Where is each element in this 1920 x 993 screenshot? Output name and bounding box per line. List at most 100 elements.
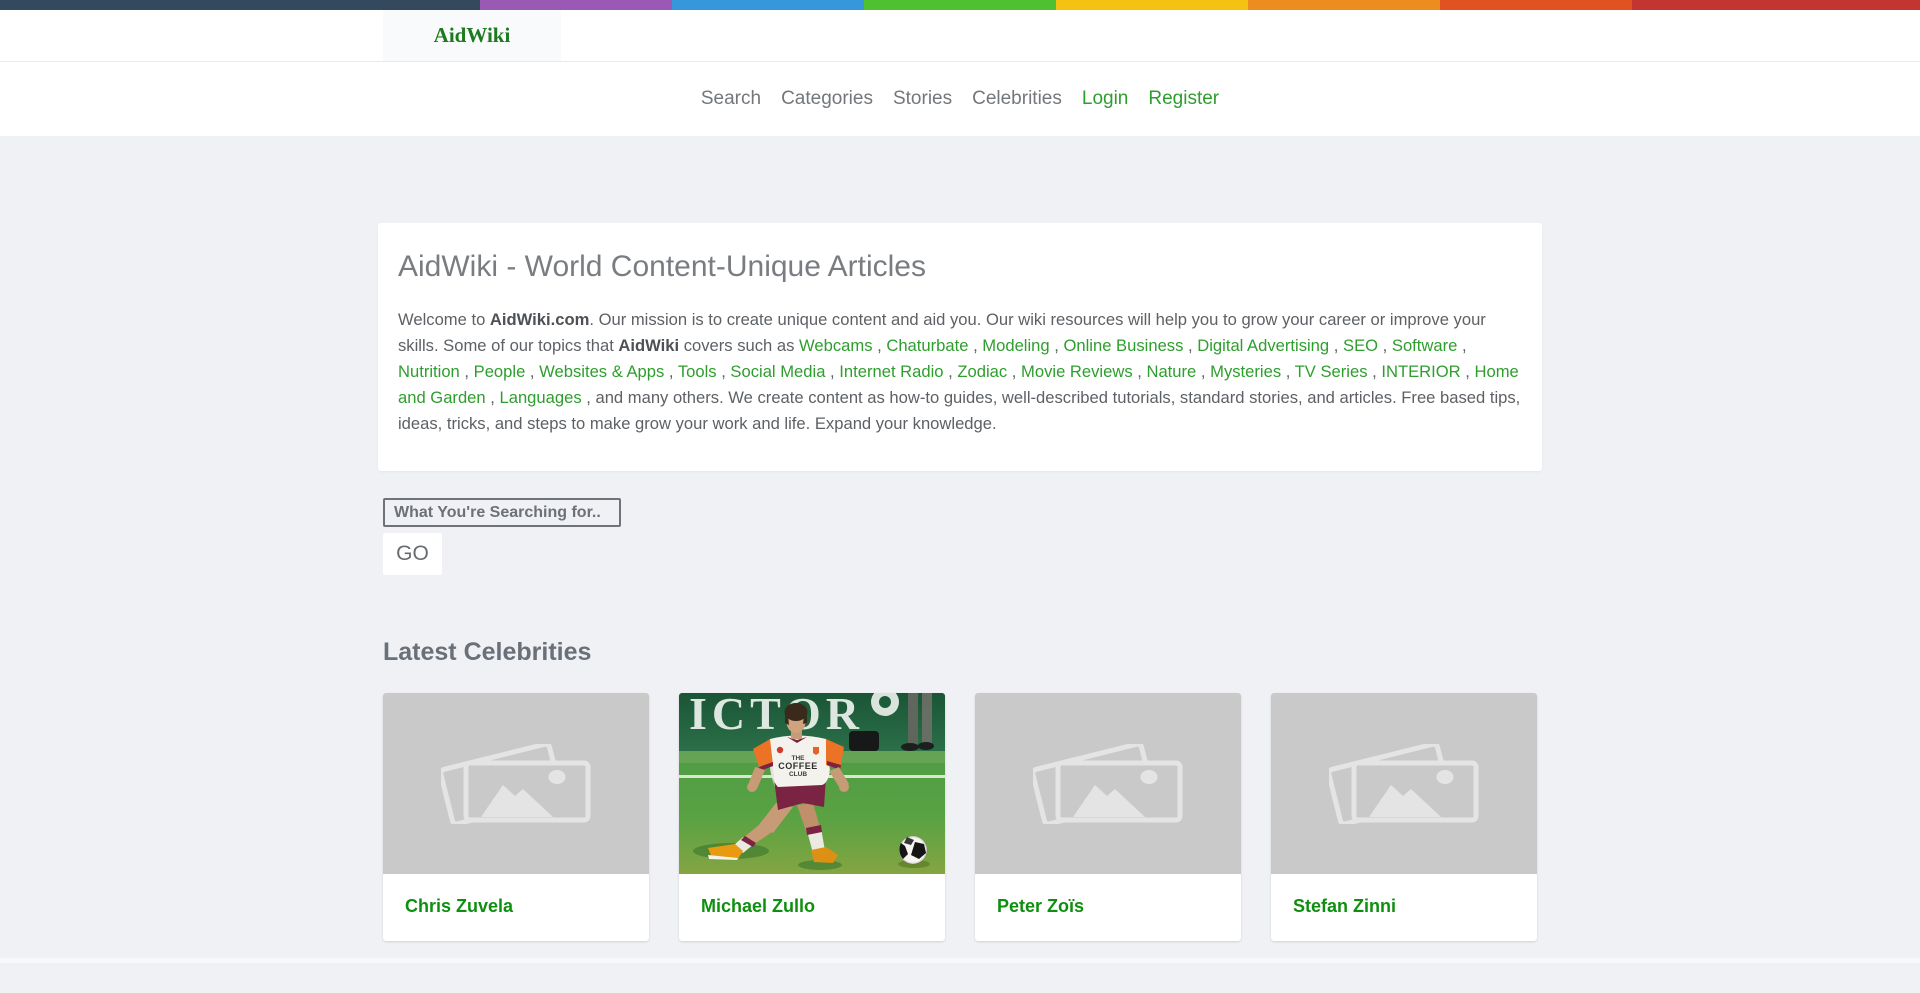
celebrity-image-link[interactable]: ICTOR THE COFFEE CLUB bbox=[679, 693, 945, 874]
stripe-segment bbox=[1632, 0, 1920, 10]
topic-link-tools[interactable]: Tools bbox=[678, 362, 717, 381]
topic-separator: , bbox=[1196, 362, 1211, 381]
intro-text-b1: AidWiki.com bbox=[489, 310, 590, 329]
celebrity-card: Stefan Zinni bbox=[1271, 693, 1537, 941]
topic-link-mysteries[interactable]: Mysteries bbox=[1210, 362, 1281, 381]
celebrity-card-body: Michael Zullo bbox=[679, 874, 945, 941]
celebrity-cards: Chris Zuvela ICTOR THE COFFEE CLUB Micha… bbox=[378, 693, 1542, 941]
banner-logo-dot bbox=[879, 696, 891, 708]
sun-glyph bbox=[548, 769, 566, 784]
topic-link-chaturbate[interactable]: Chaturbate bbox=[886, 336, 968, 355]
stripe-segment bbox=[864, 0, 1056, 10]
celebrity-card-body: Chris Zuvela bbox=[383, 874, 649, 941]
intro-text-p1: Welcome to bbox=[398, 310, 490, 329]
topic-link-online-business[interactable]: Online Business bbox=[1063, 336, 1183, 355]
topic-separator: , bbox=[664, 362, 678, 381]
topic-separator: , bbox=[1132, 362, 1147, 381]
topic-separator: , bbox=[825, 362, 840, 381]
jersey-text-club: CLUB bbox=[789, 771, 807, 778]
celebrity-card: Peter Zoïs bbox=[975, 693, 1241, 941]
stripe-segment bbox=[1440, 0, 1632, 10]
image-placeholder-icon bbox=[1329, 743, 1479, 824]
site-logo[interactable]: AidWiki bbox=[434, 23, 511, 48]
topic-separator: , bbox=[485, 388, 500, 407]
stripe-segment bbox=[1248, 0, 1440, 10]
topic-link-nature[interactable]: Nature bbox=[1146, 362, 1196, 381]
topic-link-nutrition[interactable]: Nutrition bbox=[398, 362, 460, 381]
celebrity-image-link[interactable] bbox=[975, 693, 1241, 874]
image-placeholder-icon bbox=[1033, 743, 1183, 824]
search-input[interactable] bbox=[383, 498, 621, 527]
topic-link-internet-radio[interactable]: Internet Radio bbox=[839, 362, 943, 381]
image-placeholder-icon bbox=[441, 743, 591, 824]
topic-link-languages[interactable]: Languages bbox=[500, 388, 582, 407]
stripe-segment bbox=[672, 0, 864, 10]
nav-link-search[interactable]: Search bbox=[691, 88, 771, 110]
intro-text-b2: AidWiki bbox=[618, 336, 680, 355]
celebrity-name-link[interactable]: Stefan Zinni bbox=[1293, 896, 1396, 916]
topic-separator: , bbox=[1460, 362, 1475, 381]
intro-text-p3: covers such as bbox=[679, 336, 800, 355]
celebrity-name-link[interactable]: Chris Zuvela bbox=[405, 896, 513, 916]
topic-link-movie-reviews[interactable]: Movie Reviews bbox=[1021, 362, 1133, 381]
nav-link-celebrities[interactable]: Celebrities bbox=[962, 88, 1072, 110]
topic-link-people[interactable]: People bbox=[474, 362, 526, 381]
go-button[interactable]: GO bbox=[383, 533, 442, 575]
celebrity-card-body: Peter Zoïs bbox=[975, 874, 1241, 941]
nav-link-register[interactable]: Register bbox=[1138, 88, 1229, 110]
nav-link-stories[interactable]: Stories bbox=[883, 88, 962, 110]
footer-strip bbox=[0, 958, 1920, 963]
celebrity-name-link[interactable]: Peter Zoïs bbox=[997, 896, 1084, 916]
topic-separator: , bbox=[1183, 336, 1198, 355]
celebrity-name-link[interactable]: Michael Zullo bbox=[701, 896, 815, 916]
intro-paragraph: Welcome to AidWiki.com. Our mission is t… bbox=[398, 307, 1522, 437]
stripe-segment bbox=[0, 0, 480, 10]
topic-link-social-media[interactable]: Social Media bbox=[730, 362, 825, 381]
topic-link-websites-apps[interactable]: Websites & Apps bbox=[539, 362, 664, 381]
topic-separator: , bbox=[968, 336, 983, 355]
jersey-text-coffee: COFFEE bbox=[778, 761, 818, 771]
sun-glyph bbox=[1436, 769, 1454, 784]
main-nav: Search Categories Stories Celebrities Login R… bbox=[0, 62, 1920, 136]
topic-separator: , bbox=[459, 362, 474, 381]
topic-link-webcams[interactable]: Webcams bbox=[799, 336, 872, 355]
topic-separator: , bbox=[1281, 362, 1295, 381]
topic-separator: , bbox=[872, 336, 887, 355]
topic-link-software[interactable]: Software bbox=[1392, 336, 1457, 355]
nav-link-categories[interactable]: Categories bbox=[771, 88, 883, 110]
topic-link-interior[interactable]: INTERIOR bbox=[1381, 362, 1460, 381]
topic-separator: , bbox=[1367, 362, 1382, 381]
stripe-segment bbox=[480, 0, 672, 10]
topic-separator: , bbox=[525, 362, 540, 381]
top-color-stripe bbox=[0, 0, 1920, 10]
topic-separator: , bbox=[716, 362, 731, 381]
latest-celebrities-title: Latest Celebrities bbox=[383, 638, 592, 666]
soccer-player-photo: ICTOR THE COFFEE CLUB bbox=[679, 693, 945, 874]
topic-separator: , bbox=[1007, 362, 1022, 381]
site-header: AidWiki bbox=[0, 10, 1920, 62]
topic-separator: , bbox=[1049, 336, 1064, 355]
topic-separator: , bbox=[1378, 336, 1392, 355]
celebrity-card-body: Stefan Zinni bbox=[1271, 874, 1537, 941]
topic-link-seo[interactable]: SEO bbox=[1343, 336, 1378, 355]
topic-link-modeling[interactable]: Modeling bbox=[982, 336, 1049, 355]
nav-link-login[interactable]: Login bbox=[1072, 88, 1139, 110]
logo-box: AidWiki bbox=[383, 10, 561, 61]
celebrity-image-link[interactable] bbox=[383, 693, 649, 874]
sun-glyph bbox=[1140, 769, 1158, 784]
celebrity-image-link[interactable] bbox=[1271, 693, 1537, 874]
celebrity-card: ICTOR THE COFFEE CLUB Michael Zullo bbox=[679, 693, 945, 941]
topic-link-digital-advertising[interactable]: Digital Advertising bbox=[1197, 336, 1329, 355]
main-content: AidWiki - World Content-Unique Articles … bbox=[378, 223, 1542, 941]
topic-separator: , bbox=[1329, 336, 1343, 355]
page-title: AidWiki - World Content-Unique Articles bbox=[398, 250, 926, 283]
stadium-banner-text: ICTOR bbox=[689, 693, 864, 739]
celebrity-card: Chris Zuvela bbox=[383, 693, 649, 941]
topic-separator: , bbox=[1457, 336, 1467, 355]
topic-separator: , bbox=[943, 362, 958, 381]
topic-link-tv-series[interactable]: TV Series bbox=[1295, 362, 1368, 381]
search-form: GO bbox=[383, 498, 1542, 575]
stripe-segment bbox=[1056, 0, 1248, 10]
intro-card: AidWiki - World Content-Unique Articles … bbox=[378, 223, 1542, 471]
topic-link-zodiac[interactable]: Zodiac bbox=[957, 362, 1007, 381]
